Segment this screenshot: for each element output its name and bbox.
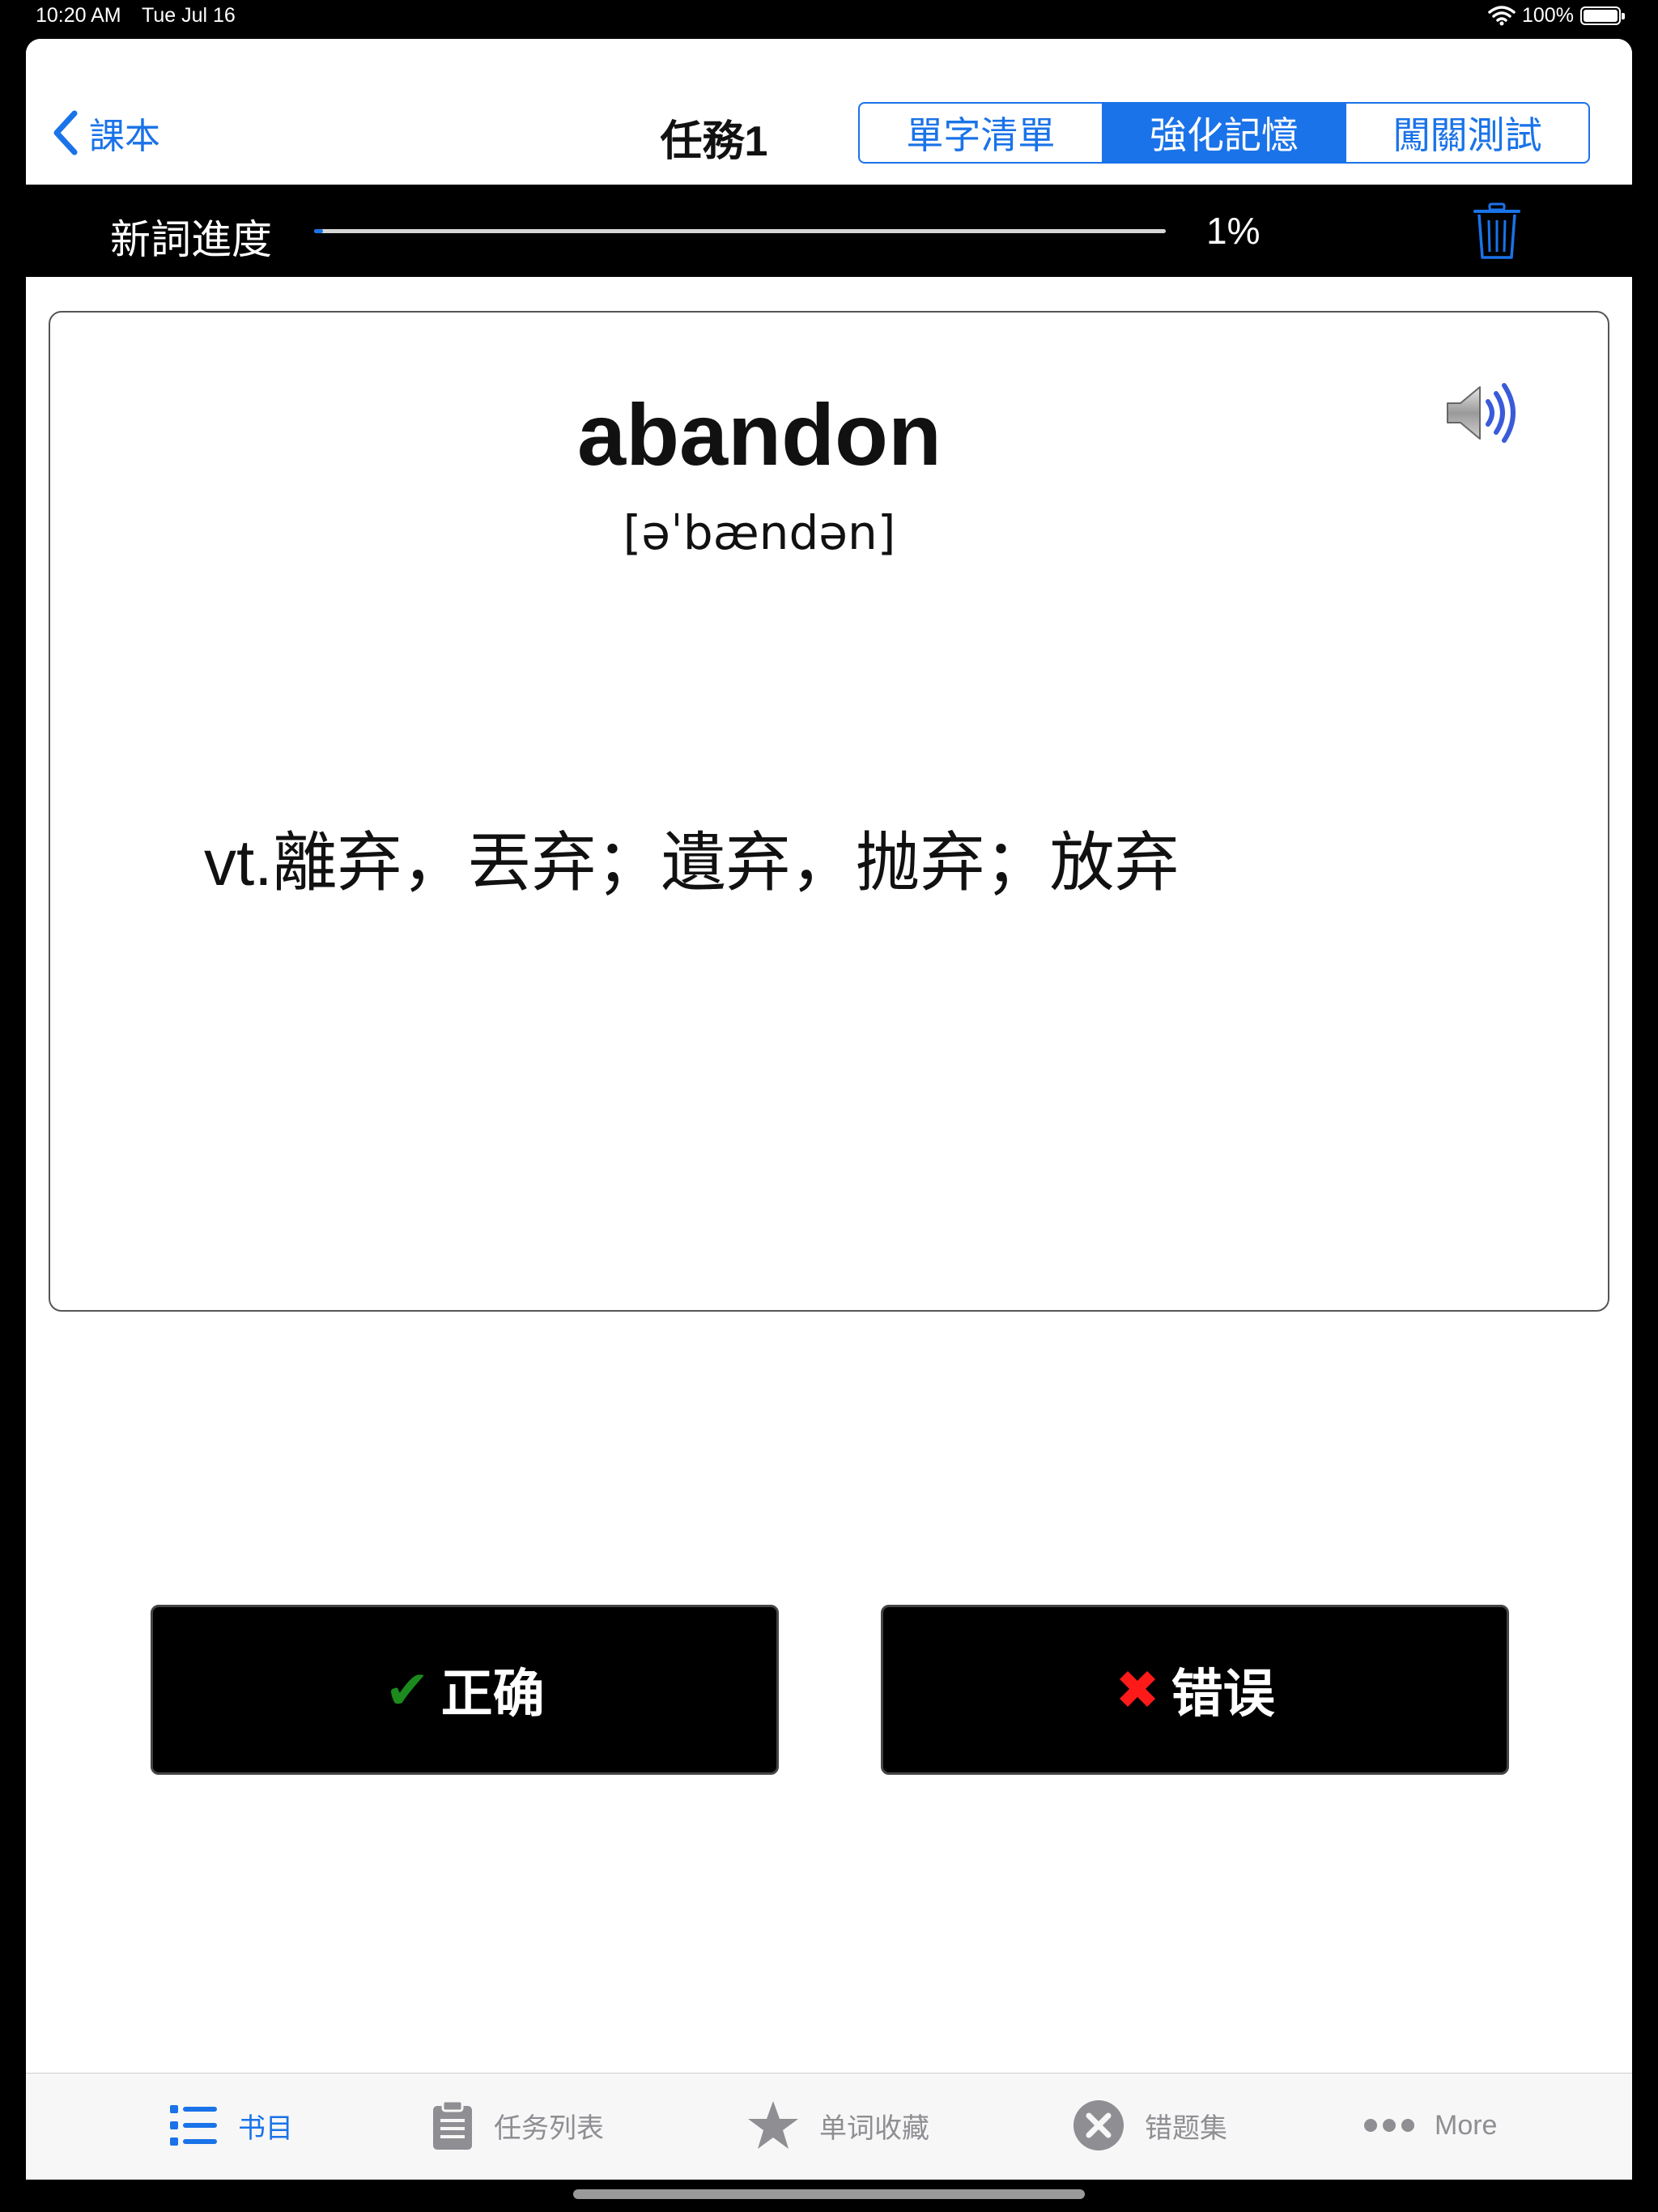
word-card: abandon [əˈbændən] vt.離弃，丟弃；遺弃，抛弃；放弃 <box>49 311 1609 1312</box>
progress-row: 新詞進度 1% <box>26 185 1632 277</box>
status-date: Tue Jul 16 <box>142 4 236 27</box>
status-bar: 10:20 AM Tue Jul 16 100% <box>0 0 1658 37</box>
back-button-label: 課本 <box>89 117 160 156</box>
cross-icon: ✖ <box>1115 1659 1160 1720</box>
tab-error-collection-label: 错题集 <box>1145 2112 1227 2144</box>
progress-label: 新詞進度 <box>110 217 272 262</box>
more-icon <box>1364 2119 1414 2132</box>
wrong-button[interactable]: ✖ 错误 <box>881 1605 1509 1775</box>
status-time: 10:20 AM <box>36 4 121 27</box>
segment-challenge-test[interactable]: 闖關測試 <box>1345 104 1588 162</box>
correct-button-label: 正确 <box>440 1665 545 1723</box>
tab-books[interactable]: 书目 <box>168 2074 293 2177</box>
x-circle-icon <box>1073 2100 1124 2150</box>
word-text: abandon <box>577 385 942 483</box>
tab-error-collection[interactable]: 错题集 <box>1072 2074 1227 2177</box>
tab-bar: 书目 任务列表 单词收藏 错题集 More <box>26 2073 1632 2180</box>
tab-more-label: More <box>1435 2109 1498 2141</box>
progress-bar <box>314 229 1166 233</box>
mode-segmented-control: 單字清單 強化記憶 闖關測試 <box>858 102 1590 164</box>
correct-button[interactable]: ✔ 正确 <box>151 1605 779 1775</box>
tab-task-list[interactable]: 任务列表 <box>431 2074 604 2177</box>
tab-task-list-label: 任务列表 <box>494 2112 604 2144</box>
page-title: 任務1 <box>660 118 768 165</box>
phonetic-text: [əˈbændən] <box>623 505 896 560</box>
navigation-bar: 課本 任務1 單字清單 強化記憶 闖關測試 <box>26 39 1632 185</box>
tab-word-favorites-label: 单词收藏 <box>819 2112 929 2144</box>
chevron-left-icon <box>53 110 78 155</box>
battery-icon <box>1580 6 1625 25</box>
wifi-icon <box>1488 6 1516 26</box>
tab-books-label: 书目 <box>238 2112 293 2144</box>
segment-memory-drill[interactable]: 強化記憶 <box>1101 104 1346 162</box>
segment-word-list[interactable]: 單字清單 <box>860 104 1102 162</box>
clipboard-icon <box>433 2099 472 2150</box>
list-icon <box>170 2105 217 2146</box>
trash-icon[interactable] <box>1472 202 1522 261</box>
tab-word-favorites[interactable]: 单词收藏 <box>746 2074 929 2177</box>
checkmark-icon: ✔ <box>385 1659 430 1720</box>
star-icon <box>748 2101 798 2149</box>
app-window: 課本 任務1 單字清單 強化記憶 闖關測試 新詞進度 1% abandon [ə… <box>26 39 1632 2180</box>
battery-percent: 100% <box>1522 4 1574 27</box>
meaning-text: vt.離弃，丟弃；遺弃，抛弃；放弃 <box>204 827 1180 899</box>
wrong-button-label: 错误 <box>1171 1665 1275 1723</box>
home-indicator[interactable] <box>573 2189 1085 2199</box>
tab-more[interactable]: More <box>1363 2074 1497 2177</box>
progress-percent: 1% <box>1206 210 1261 252</box>
back-button[interactable]: 課本 <box>52 108 160 157</box>
progress-bar-fill <box>314 229 323 233</box>
speaker-icon[interactable] <box>1444 381 1527 445</box>
